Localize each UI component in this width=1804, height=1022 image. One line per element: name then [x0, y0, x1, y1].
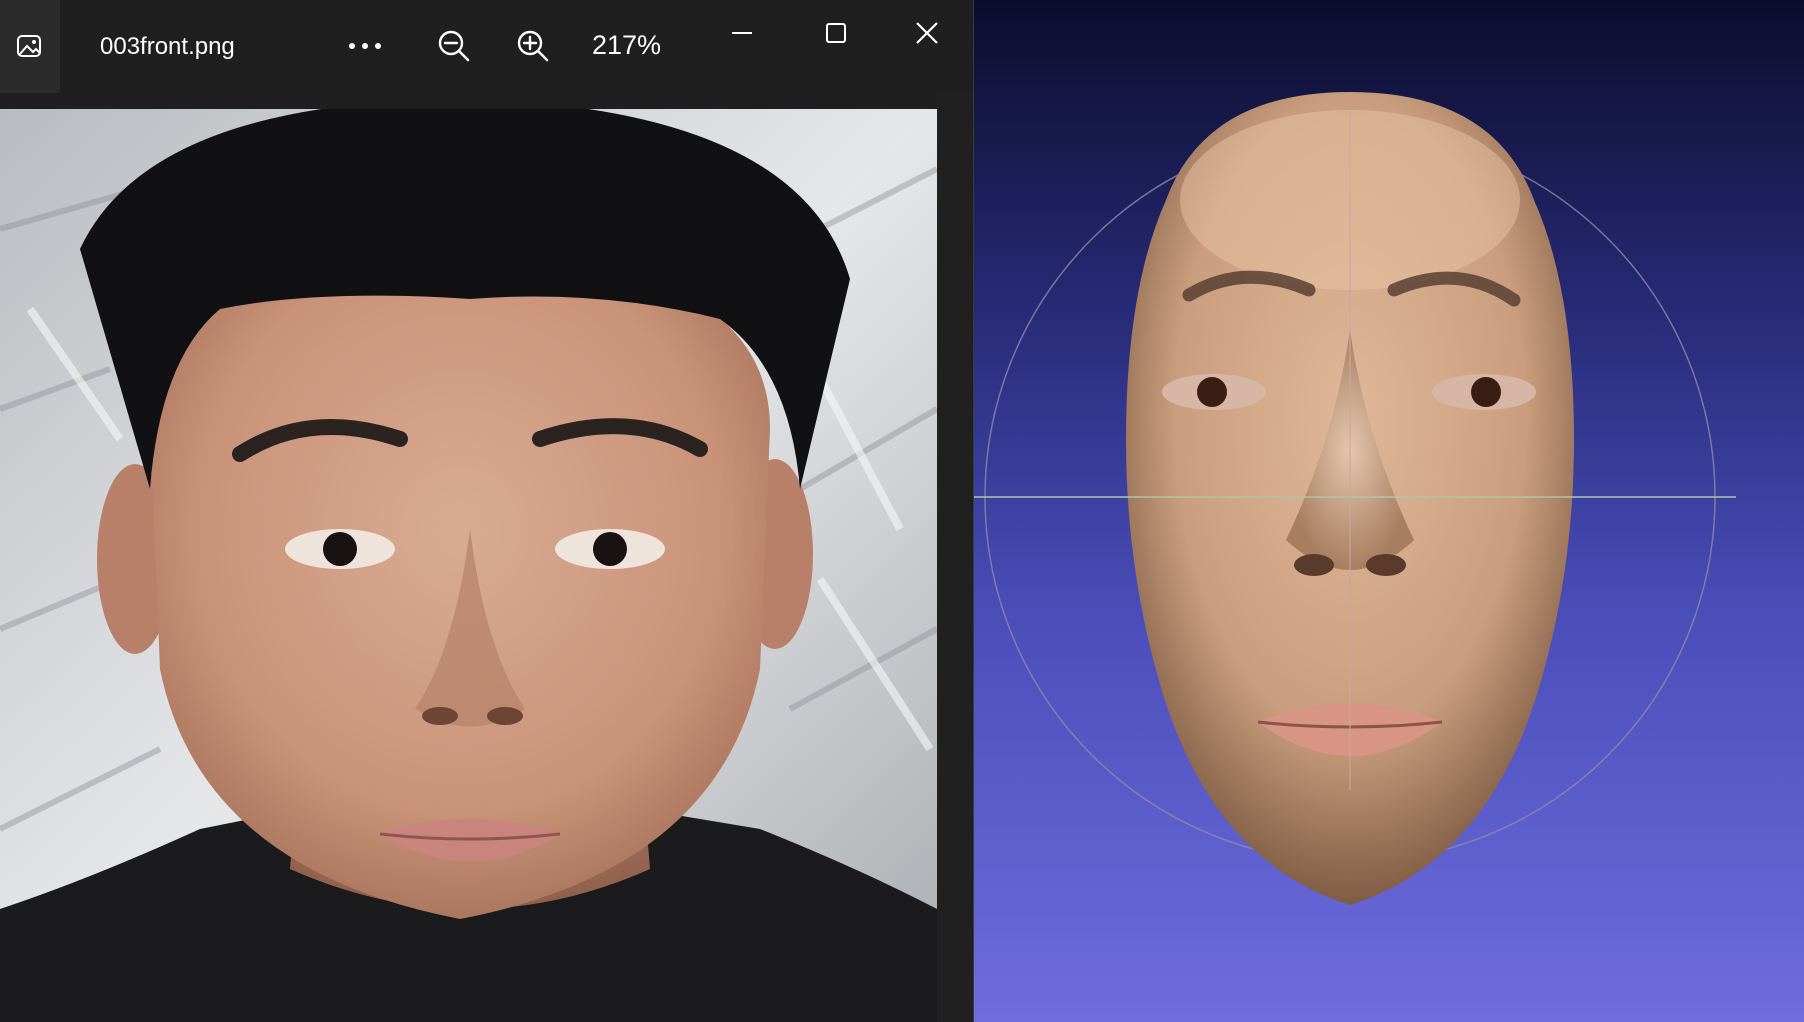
more-options-icon [349, 43, 381, 49]
photo-viewer-window: 003front.png 217% [0, 0, 974, 1022]
close-icon [916, 22, 938, 44]
3d-viewport[interactable] [974, 0, 1804, 1022]
close-button[interactable] [897, 12, 957, 54]
more-options-button[interactable] [340, 22, 390, 70]
zoom-level[interactable]: 217% [592, 30, 661, 61]
3d-face-model [974, 92, 1736, 905]
maximize-icon [826, 23, 846, 43]
app-menu-button[interactable] [0, 0, 60, 93]
minimize-button[interactable] [712, 12, 772, 54]
zoom-out-icon [438, 30, 470, 62]
minimize-icon [732, 32, 752, 34]
maximize-button[interactable] [806, 12, 866, 54]
file-name: 003front.png [100, 33, 235, 60]
zoom-out-button[interactable] [429, 22, 479, 70]
portrait-photo [0, 109, 937, 1022]
photo-gutter [937, 93, 973, 1022]
gallery-icon [17, 34, 41, 57]
zoom-in-button[interactable] [508, 22, 558, 70]
photo-canvas[interactable] [0, 109, 937, 1022]
zoom-in-icon [517, 30, 549, 62]
title-bar: 003front.png 217% [0, 0, 973, 93]
